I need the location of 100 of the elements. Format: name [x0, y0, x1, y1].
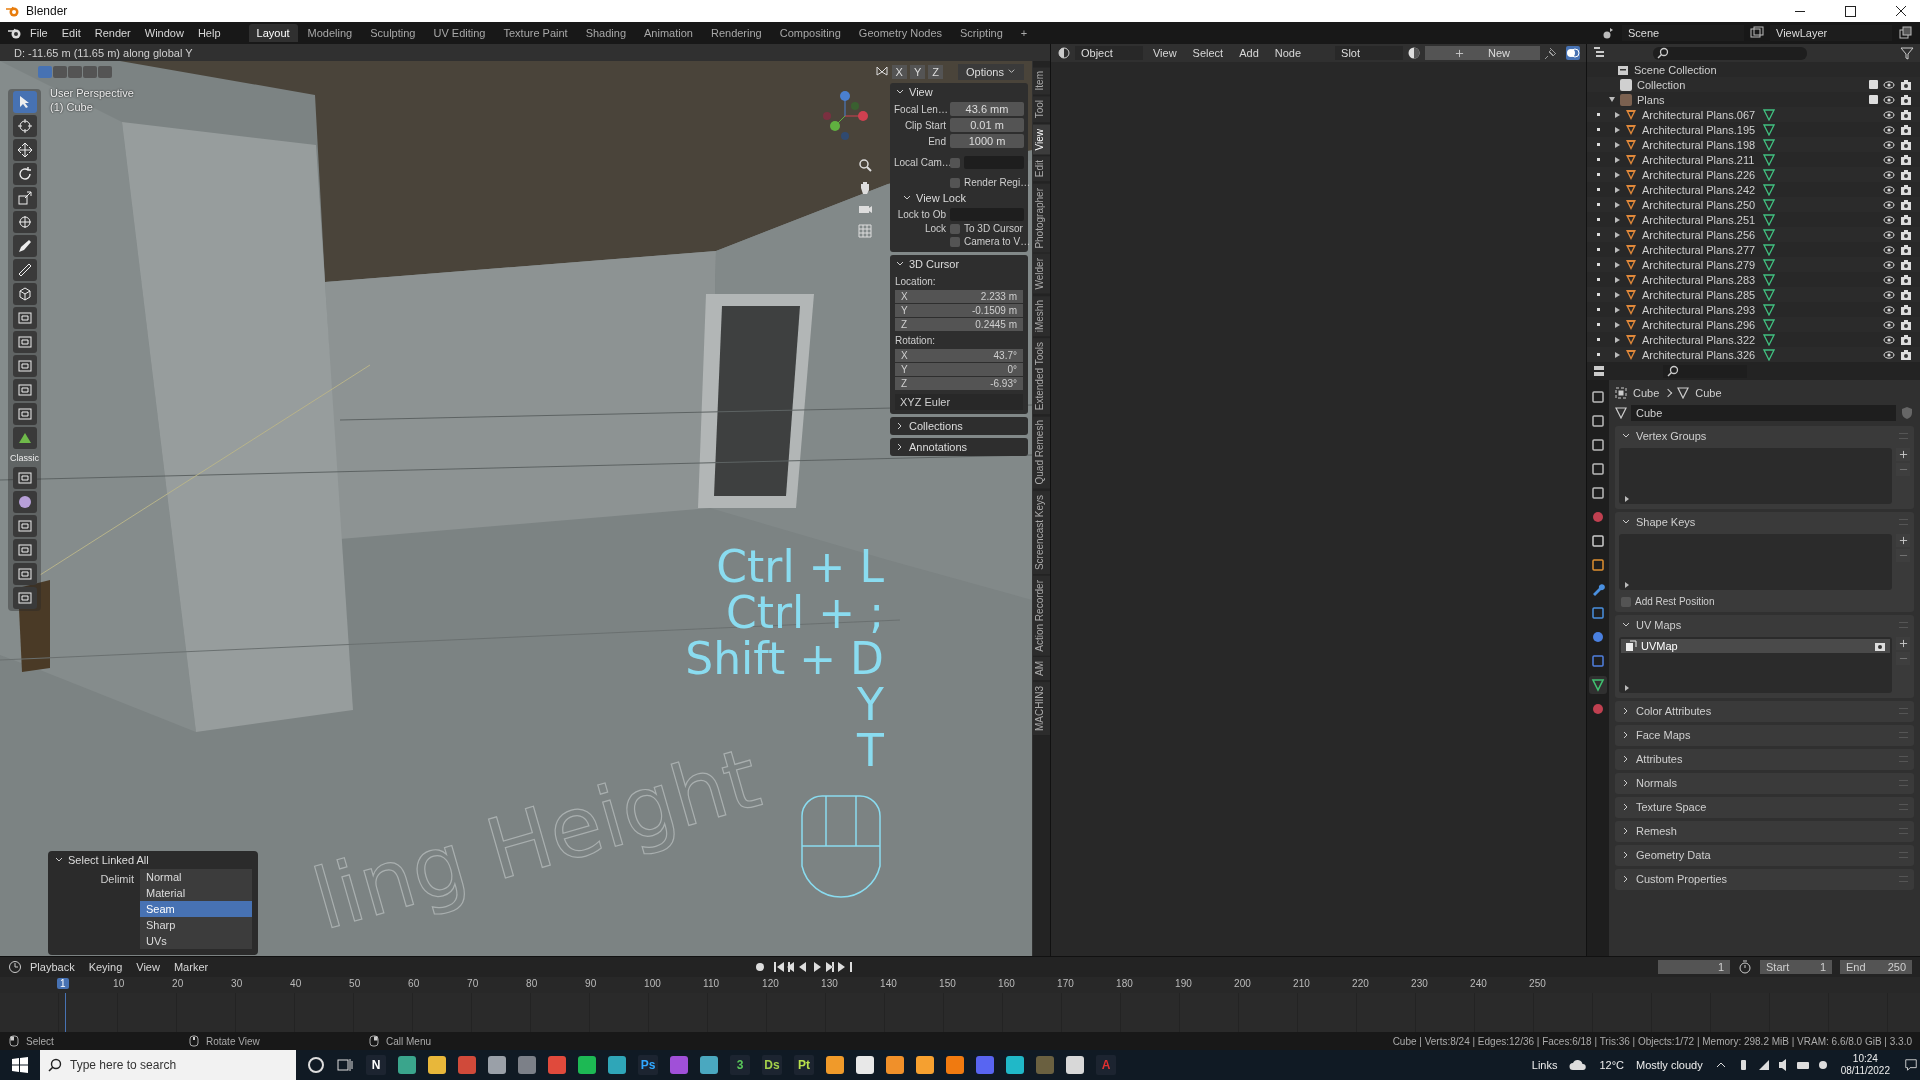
- tool-button[interactable]: [12, 235, 37, 257]
- drag-handle-icon[interactable]: [1899, 519, 1908, 525]
- workspace-tab[interactable]: Animation: [636, 24, 701, 42]
- delimit-option[interactable]: Normal: [140, 869, 252, 885]
- uv-map-item[interactable]: UVMap: [1621, 639, 1890, 653]
- outliner-item[interactable]: Architectural Plans.293: [1642, 303, 1758, 316]
- eye-icon[interactable]: [1883, 108, 1895, 121]
- number-field[interactable]: 0.01 m: [950, 118, 1024, 132]
- outliner-item[interactable]: Architectural Plans.226: [1642, 168, 1758, 181]
- mesh-name-field[interactable]: Cube: [1631, 405, 1896, 421]
- app-icon[interactable]: Ps: [638, 1055, 658, 1075]
- tray-icons-drawing[interactable]: [1738, 1058, 1829, 1072]
- outliner-item[interactable]: Architectural Plans.256: [1642, 228, 1758, 241]
- sidebar-tab[interactable]: Action Recorder: [1033, 575, 1050, 656]
- workspace-tab[interactable]: Layout: [248, 24, 298, 42]
- drag-handle-icon[interactable]: [1899, 876, 1908, 882]
- workspace-tab[interactable]: Modeling: [299, 24, 361, 42]
- sidebar-tab[interactable]: Quad Remesh: [1033, 416, 1050, 489]
- delimit-option[interactable]: Seam: [140, 901, 252, 917]
- outliner-item[interactable]: Architectural Plans.211: [1642, 153, 1758, 166]
- checkbox[interactable]: [950, 157, 960, 168]
- panel-title[interactable]: Shape Keys: [1636, 516, 1696, 528]
- triangle-mesh-icon[interactable]: [1615, 407, 1627, 419]
- duplicate-icon[interactable]: [1898, 26, 1912, 40]
- eye-icon[interactable]: [1883, 273, 1895, 286]
- tool-button[interactable]: [12, 91, 37, 113]
- sidebar-tab[interactable]: Extended Tools: [1033, 337, 1050, 415]
- clock-icon[interactable]: [8, 960, 22, 974]
- blender-logo-icon[interactable]: [8, 27, 22, 39]
- view-layer-field[interactable]: ViewLayer: [1770, 25, 1892, 41]
- drag-handle-icon[interactable]: [1899, 622, 1908, 628]
- sidebar-tab[interactable]: Screencast Keys: [1033, 490, 1050, 574]
- camera-icon[interactable]: [1900, 258, 1912, 271]
- lock-option[interactable]: Camera to V…: [950, 236, 1031, 247]
- panel-title[interactable]: Attributes: [1636, 753, 1683, 765]
- new-material-button[interactable]: New: [1425, 46, 1540, 60]
- eye-icon[interactable]: [1883, 183, 1895, 196]
- panel-title[interactable]: Texture Space: [1636, 801, 1707, 813]
- add-item-button[interactable]: [1896, 448, 1910, 461]
- panel-title[interactable]: Geometry Data: [1636, 849, 1711, 861]
- tool-button[interactable]: [12, 427, 37, 449]
- number-field[interactable]: 1000 m: [950, 134, 1024, 148]
- camera-icon[interactable]: [1900, 183, 1912, 196]
- drag-handle-icon[interactable]: [1899, 708, 1908, 714]
- search-field[interactable]: [1663, 364, 1747, 378]
- clock-date[interactable]: 08/11/2022: [1840, 1065, 1890, 1077]
- workspace-tab[interactable]: Sculpting: [362, 24, 424, 42]
- disclosure-right-icon[interactable]: [1615, 276, 1620, 283]
- outliner-item[interactable]: Architectural Plans.277: [1642, 243, 1758, 256]
- sidebar-tab[interactable]: iMeshh: [1033, 295, 1050, 336]
- clock-time[interactable]: 10:24: [1852, 1053, 1878, 1065]
- menu-item[interactable]: Add: [1233, 45, 1265, 61]
- eye-icon[interactable]: [1883, 138, 1895, 151]
- disclosure-right-icon[interactable]: [1615, 306, 1620, 313]
- notification-icon[interactable]: [1902, 1058, 1920, 1072]
- camera-icon[interactable]: [1900, 288, 1912, 301]
- menu-item[interactable]: Render: [88, 25, 137, 41]
- cloud-icon[interactable]: [1569, 1058, 1588, 1072]
- overlay-icon[interactable]: [1566, 46, 1580, 60]
- sidebar-tab[interactable]: Welder: [1033, 254, 1050, 294]
- playback-controls-icon[interactable]: [774, 961, 855, 973]
- sidebar-tab[interactable]: Item: [1033, 67, 1050, 95]
- drag-handle-icon[interactable]: [1899, 756, 1908, 762]
- expand-arrow-icon[interactable]: [1625, 582, 1629, 588]
- drag-handle-icon[interactable]: [1899, 852, 1908, 858]
- tool-button[interactable]: [12, 163, 37, 185]
- eye-icon[interactable]: [1883, 228, 1895, 241]
- camera-icon[interactable]: [1900, 348, 1912, 361]
- disclosure-right-icon[interactable]: [1615, 336, 1620, 343]
- disclosure-right-icon[interactable]: [1615, 231, 1620, 238]
- delimit-option[interactable]: UVs: [140, 933, 252, 949]
- camera-icon[interactable]: [1900, 168, 1912, 181]
- axis-toggle[interactable]: Z: [928, 65, 944, 79]
- sidebar-tab[interactable]: Tool: [1033, 96, 1050, 123]
- disclosure-right-icon[interactable]: [1615, 171, 1620, 178]
- disclosure-right-icon[interactable]: [1615, 216, 1620, 223]
- workspace-tab[interactable]: Shading: [577, 24, 635, 42]
- menu-item[interactable]: Marker: [167, 959, 215, 975]
- menu-item[interactable]: Select: [1186, 45, 1230, 61]
- disclosure-right-icon[interactable]: [1615, 351, 1620, 358]
- expand-arrow-icon[interactable]: [1625, 496, 1629, 502]
- eye-icon[interactable]: [1883, 318, 1895, 331]
- record-icon[interactable]: [756, 963, 765, 971]
- eye-icon[interactable]: [1883, 168, 1895, 181]
- eye-icon[interactable]: [1883, 123, 1895, 136]
- disclosure-right-icon[interactable]: [1615, 141, 1620, 148]
- outliner-item[interactable]: Architectural Plans.242: [1642, 183, 1758, 196]
- panel-title[interactable]: UV Maps: [1636, 619, 1682, 631]
- menu-item[interactable]: Playback: [24, 959, 81, 975]
- tool-button[interactable]: [12, 259, 37, 281]
- windows-logo-icon[interactable]: [12, 1057, 28, 1073]
- properties-tab[interactable]: [1589, 556, 1607, 574]
- butterfly-icon[interactable]: [874, 65, 889, 79]
- disclosure-right-icon[interactable]: [1615, 111, 1620, 118]
- disclosure-right-icon[interactable]: [1615, 291, 1620, 298]
- checkbox[interactable]: [950, 223, 960, 234]
- pin-icon[interactable]: [1544, 46, 1558, 60]
- camera-icon[interactable]: [1900, 123, 1912, 136]
- camera-icon[interactable]: [1900, 273, 1912, 286]
- outliner-item[interactable]: Scene Collection: [1634, 63, 1717, 76]
